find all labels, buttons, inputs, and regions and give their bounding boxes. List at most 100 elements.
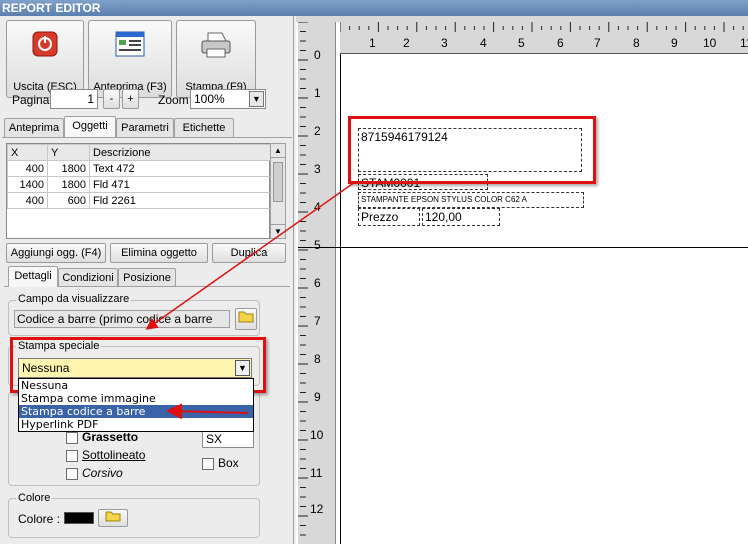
- top-ruler-ticks: [340, 22, 748, 54]
- column-header-description[interactable]: Descrizione: [89, 144, 271, 161]
- top-ruler-number: 2: [403, 36, 410, 50]
- top-ruler-number: 1: [369, 36, 376, 50]
- page-next-button[interactable]: +: [122, 89, 139, 109]
- tab-etichette[interactable]: Etichette: [174, 118, 234, 137]
- scroll-up-icon[interactable]: ▲: [271, 144, 285, 158]
- table-row[interactable]: 400 600 Fld 2261: [7, 192, 271, 209]
- objects-table[interactable]: X Y Descrizione 400 1800 Text 472 1400 1…: [6, 143, 271, 239]
- page-number-input[interactable]: 1: [50, 89, 98, 109]
- preview-icon: [115, 31, 145, 60]
- left-ruler: 0 1 2 3 4 5 6 7 8 9 10 11 12: [298, 22, 336, 544]
- add-object-button[interactable]: Aggiungi ogg. (F4): [6, 243, 106, 263]
- cell-y: 1800: [47, 176, 90, 193]
- underline-label: Sottolineato: [82, 448, 146, 462]
- tab-parametri[interactable]: Parametri: [116, 118, 174, 137]
- tab-dettagli[interactable]: Dettagli: [8, 266, 58, 287]
- scroll-down-icon[interactable]: ▼: [271, 224, 285, 238]
- tab-condizioni[interactable]: Condizioni: [58, 268, 118, 287]
- field-browse-button[interactable]: [235, 308, 257, 330]
- field-display-input[interactable]: Codice a barre (primo codice a barre: [14, 310, 230, 328]
- table-scrollbar[interactable]: ▲ ▼: [270, 143, 286, 239]
- price-label-field[interactable]: Prezzo: [358, 208, 420, 226]
- italic-label: Corsivo: [82, 466, 123, 480]
- color-label: Colore :: [18, 512, 61, 526]
- tab-oggetti[interactable]: Oggetti: [64, 116, 116, 137]
- align-select[interactable]: SX: [202, 430, 254, 448]
- underline-checkbox[interactable]: [66, 448, 78, 462]
- color-group-title: Colore: [16, 492, 53, 504]
- cell-x: 400: [7, 160, 48, 177]
- zoom-label: Zoom: [158, 93, 189, 107]
- cell-description: Fld 471: [89, 176, 271, 193]
- color-swatch[interactable]: [64, 512, 94, 524]
- top-ruler-number: 6: [557, 36, 564, 50]
- align-value: SX: [206, 432, 223, 446]
- top-ruler-number: 7: [594, 36, 601, 50]
- dropdown-option-selected[interactable]: Stampa codice a barre: [19, 405, 253, 418]
- window-title: REPORT EDITOR: [0, 0, 748, 16]
- left-ruler-number: 11: [310, 466, 323, 480]
- left-ruler-number: 1: [314, 86, 321, 100]
- duplicate-button[interactable]: Duplica: [212, 243, 286, 263]
- page-label: Pagina: [12, 93, 50, 107]
- bold-checkbox[interactable]: [66, 430, 78, 444]
- band-separator-line: [298, 247, 748, 248]
- box-label: Box: [218, 456, 239, 470]
- left-ruler-number: 9: [314, 390, 321, 404]
- table-row[interactable]: 400 1800 Text 472: [7, 160, 271, 177]
- field-group-title: Campo da visualizzare: [16, 293, 132, 305]
- top-ruler-number: 9: [671, 36, 678, 50]
- price-value-text: 120,00: [425, 210, 462, 224]
- delete-object-button[interactable]: Elimina oggetto: [110, 243, 208, 263]
- box-checkbox[interactable]: [202, 456, 214, 470]
- top-ruler-number: 11: [740, 36, 748, 50]
- page-prev-button[interactable]: -: [103, 89, 120, 109]
- description-text: STAMPANTE EPSON STYLUS COLOR C62 A: [361, 195, 527, 204]
- chevron-down-icon[interactable]: ▼: [249, 91, 264, 107]
- tab-divider: [2, 137, 292, 138]
- folder-icon: [238, 311, 254, 326]
- report-canvas[interactable]: [296, 16, 748, 544]
- left-ruler-number: 10: [310, 428, 324, 442]
- left-ruler-number: 0: [314, 48, 321, 62]
- left-ruler-number: 8: [314, 352, 321, 366]
- zoom-value: 100%: [194, 92, 225, 106]
- left-ruler-number: 7: [314, 314, 321, 328]
- tab-posizione[interactable]: Posizione: [118, 268, 176, 287]
- preview-button[interactable]: Anteprima (F3): [88, 20, 172, 98]
- barcode-highlight: [348, 116, 596, 184]
- dropdown-option[interactable]: Stampa come immagine: [19, 392, 253, 405]
- column-header-y[interactable]: Y: [47, 144, 90, 161]
- special-print-options[interactable]: Nessuna Stampa come immagine Stampa codi…: [18, 378, 254, 432]
- tab-anteprima[interactable]: Anteprima: [4, 118, 64, 137]
- price-value-field[interactable]: 120,00: [422, 208, 500, 226]
- description-field[interactable]: STAMPANTE EPSON STYLUS COLOR C62 A: [358, 192, 584, 208]
- price-label-text: Prezzo: [361, 210, 399, 224]
- cell-description: Fld 2261: [89, 192, 271, 209]
- zoom-select[interactable]: 100% ▼: [190, 89, 266, 109]
- italic-checkbox[interactable]: [66, 466, 78, 480]
- top-ruler-number: 4: [480, 36, 487, 50]
- left-ruler-number: 2: [314, 124, 321, 138]
- cell-x: 1400: [7, 176, 48, 193]
- table-row[interactable]: 1400 1800 Fld 471: [7, 176, 271, 193]
- left-ruler-number: 6: [314, 276, 321, 290]
- dropdown-option[interactable]: Nessuna: [19, 379, 253, 392]
- left-ruler-number: 3: [314, 162, 321, 176]
- main-tabs: Anteprima Oggetti Parametri Etichette: [0, 116, 294, 138]
- print-button[interactable]: Stampa (F9): [176, 20, 256, 98]
- power-icon: [32, 31, 58, 60]
- cell-y: 1800: [47, 160, 90, 177]
- printer-icon: [200, 31, 232, 62]
- top-ruler-number: 8: [633, 36, 640, 50]
- top-ruler-number: 10: [703, 36, 717, 50]
- color-picker-button[interactable]: [98, 509, 128, 527]
- left-ruler-number: 5: [314, 238, 321, 252]
- scroll-thumb[interactable]: [273, 162, 283, 202]
- left-ruler-number: 4: [314, 200, 321, 214]
- bold-label: Grassetto: [82, 430, 139, 444]
- cell-x: 400: [7, 192, 48, 209]
- column-header-x[interactable]: X: [7, 144, 48, 161]
- exit-button[interactable]: Uscita (ESC): [6, 20, 84, 98]
- dropdown-option[interactable]: Hyperlink PDF: [19, 418, 253, 431]
